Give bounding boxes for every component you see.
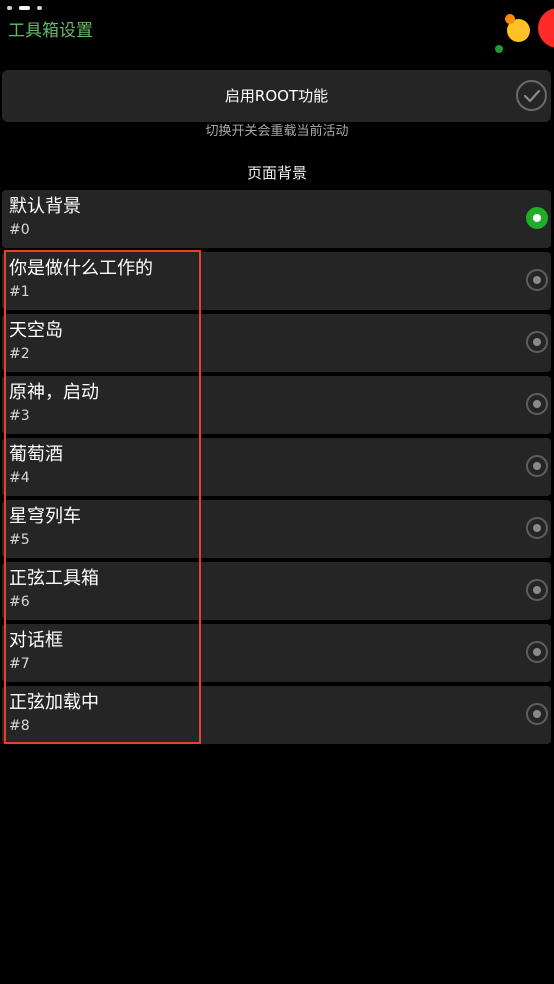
background-option-name: 你是做什么工作的: [9, 258, 153, 279]
background-option-4[interactable]: 葡萄酒 #4: [2, 438, 551, 496]
radio-button[interactable]: [526, 331, 548, 353]
background-option-number: #4: [9, 470, 30, 486]
root-toggle-hint: 切换开关会重载当前活动: [205, 124, 349, 139]
root-toggle-checkbox[interactable]: [516, 80, 547, 111]
radio-dot: [533, 400, 541, 408]
radio-button[interactable]: [526, 455, 548, 477]
background-option-number: #1: [9, 284, 30, 300]
background-option-3[interactable]: 原神，启动 #3: [2, 376, 551, 434]
radio-button[interactable]: [526, 393, 548, 415]
background-option-7[interactable]: 对话框 #7: [2, 624, 551, 682]
background-option-0[interactable]: 默认背景 #0: [2, 190, 551, 248]
radio-dot: [533, 710, 541, 718]
page-title: 工具箱设置: [8, 21, 93, 41]
background-option-name: 正弦工具箱: [9, 568, 99, 589]
radio-dot: [533, 586, 541, 594]
radio-button[interactable]: [526, 517, 548, 539]
background-option-name: 对话框: [9, 630, 63, 651]
background-option-number: #3: [9, 408, 30, 424]
background-option-name: 原神，启动: [9, 382, 99, 403]
background-option-number: #7: [9, 656, 30, 672]
radio-button[interactable]: [526, 703, 548, 725]
radio-button[interactable]: [526, 269, 548, 291]
radio-dot: [533, 276, 541, 284]
radio-dot: [533, 462, 541, 470]
background-section-title: 页面背景: [246, 164, 307, 182]
background-option-1[interactable]: 你是做什么工作的 #1: [2, 252, 551, 310]
background-option-name: 天空岛: [9, 320, 63, 341]
background-option-name: 星穹列车: [9, 506, 81, 527]
background-option-2[interactable]: 天空岛 #2: [2, 314, 551, 372]
radio-dot: [533, 338, 541, 346]
radio-button[interactable]: [526, 579, 548, 601]
decorative-orange-dot: [505, 14, 515, 24]
radio-button-selected[interactable]: [526, 207, 548, 229]
decorative-red-circle: [538, 8, 554, 48]
background-list: 默认背景 #0 你是做什么工作的 #1 天空岛 #2 原神，启动 #3 葡萄酒 …: [2, 190, 551, 748]
background-option-number: #2: [9, 346, 30, 362]
radio-dot: [533, 648, 541, 656]
root-toggle-label: 启用ROOT功能: [224, 87, 329, 105]
checkmark-icon: [523, 89, 541, 103]
background-option-number: #8: [9, 718, 30, 734]
background-option-number: #5: [9, 532, 30, 548]
background-option-5[interactable]: 星穹列车 #5: [2, 500, 551, 558]
background-option-name: 葡萄酒: [9, 444, 63, 465]
root-toggle-card[interactable]: 启用ROOT功能: [2, 70, 551, 122]
background-option-name: 正弦加载中: [9, 692, 99, 713]
background-option-number: #6: [9, 594, 30, 610]
background-option-name: 默认背景: [9, 196, 81, 217]
radio-dot: [533, 214, 541, 222]
background-option-number: #0: [9, 222, 30, 238]
radio-dot: [533, 524, 541, 532]
background-option-8[interactable]: 正弦加载中 #8: [2, 686, 551, 744]
background-option-6[interactable]: 正弦工具箱 #6: [2, 562, 551, 620]
radio-button[interactable]: [526, 641, 548, 663]
decorative-green-dot: [495, 45, 503, 53]
